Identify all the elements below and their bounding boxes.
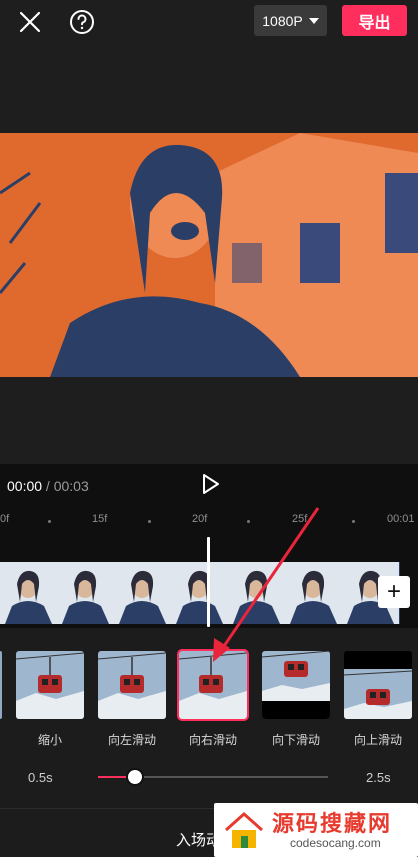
duration-min-label: 0.5s	[28, 770, 53, 785]
tick-label: 25f	[292, 513, 308, 525]
cable-car-thumbnail	[16, 651, 84, 719]
tick-dot	[48, 520, 51, 523]
current-time: 00:00	[7, 478, 43, 494]
track-frame	[228, 562, 285, 624]
playhead[interactable]	[207, 537, 210, 627]
animation-label: 向左滑动	[107, 733, 156, 747]
export-button[interactable]: 导出	[342, 5, 407, 36]
play-button[interactable]	[198, 472, 222, 496]
cable-car-thumbnail	[262, 651, 330, 719]
watermark-name: 源码搜藏网	[272, 811, 393, 836]
tick-dot	[247, 520, 250, 523]
animation-item-slide-down[interactable]	[262, 651, 330, 719]
animation-label: 向右滑动	[188, 733, 237, 747]
video-frame-image	[0, 133, 418, 377]
add-clip-button[interactable]: +	[378, 576, 410, 608]
help-button[interactable]	[66, 6, 98, 38]
duration-slider-knob[interactable]	[125, 768, 144, 786]
animation-item-slide-left[interactable]	[98, 651, 166, 719]
house-logo-icon	[225, 811, 263, 848]
close-icon	[19, 11, 41, 33]
tick-label: 0f	[0, 513, 10, 525]
resolution-dropdown[interactable]: 1080P	[254, 5, 327, 36]
cable-car-thumbnail	[98, 651, 166, 719]
video-preview[interactable]	[0, 133, 418, 377]
video-track[interactable]	[0, 562, 400, 624]
animation-item-slide-right[interactable]	[177, 649, 249, 721]
play-icon	[203, 474, 219, 494]
track-frame	[114, 562, 171, 624]
track-frame	[285, 562, 342, 624]
watermark-url: codesocang.com	[290, 836, 381, 850]
timeline-ruler: 0f 15f 20f 25f 00:01	[0, 509, 418, 531]
animation-item-slide-up[interactable]	[344, 651, 412, 719]
tick-label: 15f	[92, 513, 108, 525]
cable-car-thumbnail	[179, 651, 247, 719]
animation-label: 向上滑动	[353, 733, 402, 747]
total-time: 00:03	[53, 478, 89, 494]
tick-dot	[148, 520, 151, 523]
help-icon	[70, 10, 94, 34]
track-frame	[57, 562, 114, 624]
animation-item-partial[interactable]	[0, 651, 2, 719]
tick-label: 20f	[192, 513, 208, 525]
playback-time: 00:00 / 00:03	[7, 478, 89, 494]
animation-item-shrink[interactable]	[16, 651, 84, 719]
duration-max-label: 2.5s	[366, 770, 391, 785]
animation-label: 缩小	[37, 733, 62, 747]
resolution-label: 1080P	[262, 12, 303, 29]
tick-dot	[352, 520, 355, 523]
cable-car-thumbnail	[344, 651, 412, 719]
track-frame	[171, 562, 228, 624]
animation-label: 向下滑动	[271, 733, 320, 747]
tick-label: 00:01	[387, 513, 415, 525]
close-button[interactable]	[14, 6, 46, 38]
chevron-down-icon	[308, 17, 319, 24]
track-frame	[0, 562, 57, 624]
time-separator: /	[42, 478, 54, 494]
plus-icon: +	[386, 578, 401, 605]
